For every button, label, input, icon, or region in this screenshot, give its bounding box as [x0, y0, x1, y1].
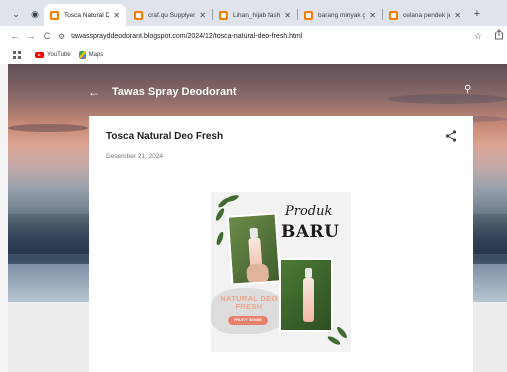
address-bar[interactable]: ⚙ tawassprayddeodorant.blogspot.com/2024… [58, 28, 488, 44]
share-page-icon[interactable] [494, 29, 504, 40]
tab-close-icon[interactable]: ✕ [454, 11, 461, 20]
blog-back-arrow-icon[interactable]: ← [88, 85, 100, 99]
tab-craf-supplyer[interactable]: craf.qu Supplyer hijab ✕ [128, 4, 212, 26]
share-icon[interactable] [445, 130, 457, 142]
new-tab-button[interactable]: + [470, 7, 484, 21]
promo-natural-text: NATURAL DEO FRESH [220, 294, 278, 311]
back-button[interactable]: ← [8, 29, 22, 43]
tab-close-icon[interactable]: ✕ [284, 11, 291, 20]
blog-title[interactable]: Tawas Spray Deodorant [112, 86, 237, 98]
product-promo-image[interactable]: Produk BARU NATURAL DEO FRESH FRUITY SEN… [211, 192, 351, 352]
forward-button[interactable]: → [24, 29, 38, 43]
browser-toolbar: ← → C ⚙ tawassprayddeodorant.blogspot.co… [0, 26, 507, 46]
tab-title: craf.qu Supplyer hijab [148, 11, 196, 19]
product-photo-hand [226, 212, 282, 286]
bookmarks-bar: YouTube Maps [0, 46, 507, 64]
tab-close-icon[interactable]: ✕ [113, 11, 120, 20]
tab-celana-pendek[interactable]: celana pendek jeans p ✕ [383, 4, 467, 26]
blog-header: ← Tawas Spray Deodorant [88, 82, 488, 102]
tab-title: Lihan_hijab fashion [233, 11, 281, 19]
tab-title: barang minyak gusti [318, 11, 366, 19]
url-text: tawassprayddeodorant.blogspot.com/2024/1… [71, 32, 303, 40]
chrome-profile-icon[interactable]: ◉ [28, 7, 42, 21]
promo-baru-text: BARU [281, 222, 340, 242]
web-page: ← Tawas Spray Deodorant ⚲ Tosca Natural … [0, 64, 507, 372]
tab-strip: ⌄ ◉ Tosca Natural Deo Fres ✕ craf.qu Sup… [0, 0, 507, 26]
promo-produk-text: Produk [285, 204, 333, 219]
tab-close-icon[interactable]: ✕ [369, 11, 376, 20]
bookmark-label: YouTube [47, 52, 71, 58]
tab-lihan-hijab[interactable]: Lihan_hijab fashion ✕ [213, 4, 297, 26]
blogger-favicon-icon [304, 10, 313, 20]
blogger-favicon-icon [389, 10, 398, 20]
tab-tosca-natural[interactable]: Tosca Natural Deo Fres ✕ [44, 4, 126, 26]
youtube-icon [35, 52, 44, 58]
tab-barang-minyak[interactable]: barang minyak gusti ✕ [298, 4, 382, 26]
post-date[interactable]: Desember 21, 2024 [106, 153, 163, 160]
product-photo-grass [279, 258, 333, 332]
bookmark-star-icon[interactable]: ☆ [474, 31, 482, 42]
page-gutter [0, 64, 8, 372]
site-info-icon[interactable]: ⚙ [58, 32, 65, 41]
reload-button[interactable]: C [40, 29, 54, 43]
bookmark-maps[interactable]: Maps [78, 51, 104, 59]
post-title: Tosca Natural Deo Fresh [106, 131, 224, 142]
tab-search-icon[interactable]: ⌄ [9, 7, 23, 21]
blogger-favicon-icon [134, 10, 143, 20]
promo-variant-badge: FRUITY SENSE [228, 316, 268, 325]
tab-close-icon[interactable]: ✕ [199, 11, 206, 20]
apps-grid-icon[interactable] [13, 51, 21, 59]
post-card: Tosca Natural Deo Fresh Desember 21, 202… [89, 116, 473, 372]
blog-search-icon[interactable]: ⚲ [464, 84, 471, 95]
blogger-favicon-icon [219, 10, 228, 20]
tab-title: Tosca Natural Deo Fres [64, 11, 110, 19]
blogger-favicon-icon [50, 10, 59, 20]
maps-icon [78, 51, 86, 59]
bookmark-label: Maps [88, 52, 104, 58]
tab-title: celana pendek jeans p [403, 11, 450, 19]
bookmark-youtube[interactable]: YouTube [35, 52, 71, 58]
